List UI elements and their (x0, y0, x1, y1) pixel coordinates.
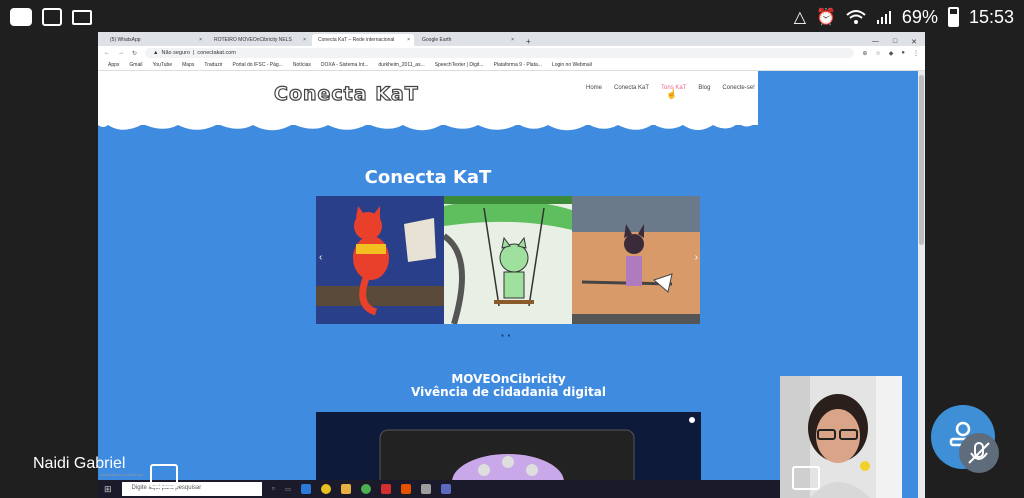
minimize-icon[interactable]: — (872, 38, 879, 46)
nav-home[interactable]: Home (586, 85, 602, 91)
bookmark-portal-ifsc[interactable]: Portal do IFSC - Pág... (233, 62, 283, 68)
close-tab-icon[interactable]: × (511, 37, 514, 43)
address-bar[interactable]: ▲ Não seguro | conectakat.com (145, 48, 855, 58)
mic-off-icon (968, 442, 990, 464)
bookmark-speechtexter[interactable]: SpeechTexter | Digit... (435, 62, 484, 68)
battery-percent: 69% (901, 6, 938, 27)
carousel-slide-swing-cat (444, 196, 572, 324)
tab-conecta-kat[interactable]: Conecta KaT – Rede internacional × (312, 34, 414, 46)
battery-icon (947, 7, 959, 27)
windows-start-icon[interactable]: ⊞ (104, 484, 112, 495)
profile-icon[interactable]: ● (901, 50, 905, 56)
close-tab-icon[interactable]: × (199, 37, 202, 43)
bookmarks-bar: Apps Gmail YouTube Maps Traduzir Portal … (98, 60, 925, 71)
edge-icon[interactable] (300, 484, 311, 494)
section-heading: MOVEOnCibricity Vivência de cidadania di… (316, 373, 701, 399)
tab-roteiro[interactable]: ROTEIRO MOVEOnCibricity NELS × (208, 34, 310, 46)
close-window-icon[interactable]: ✕ (911, 38, 917, 46)
phone-status-bar: ··· △ ⏰ 69% 15:53 (0, 0, 1024, 282)
nav-blog[interactable]: Blog (698, 85, 710, 91)
close-tab-icon[interactable]: × (407, 37, 410, 43)
chrome-taskbar-icon[interactable] (360, 484, 371, 494)
forward-icon[interactable]: → (118, 50, 124, 56)
cloud-border (98, 111, 758, 131)
reload-icon[interactable]: ↻ (132, 50, 137, 57)
pin-self-video-icon[interactable] (792, 466, 820, 490)
chrome-icon[interactable] (320, 484, 331, 494)
site-logo[interactable]: Conecta KaT (273, 82, 419, 105)
signal-icon (876, 11, 891, 24)
carousel-prev-button[interactable]: ‹ (319, 252, 322, 263)
participant-name: Naidi Gabriel (33, 455, 126, 472)
window-controls: — □ ✕ (872, 38, 925, 46)
acrobat-icon[interactable] (380, 484, 391, 494)
bookmark-plataforma9[interactable]: Plataforma 9 - Plata... (494, 62, 542, 68)
tab-google-earth[interactable]: Google Earth × (416, 34, 518, 46)
windows-taskbar: ⊞ Digite aqui para pesquisar ○ ▭ (98, 480, 780, 498)
bookmark-webmail[interactable]: Login no Webmail (552, 62, 592, 68)
carousel-slide-drawing-cat (572, 196, 700, 324)
back-icon[interactable]: ← (104, 50, 110, 56)
bookmark-maps[interactable]: Maps (182, 62, 194, 68)
extension-icon[interactable]: ◆ (889, 50, 894, 57)
bookmark-noticias[interactable]: Notícias (293, 62, 311, 68)
teams-taskbar-icon[interactable] (440, 484, 451, 494)
mute-microphone-button[interactable] (959, 433, 999, 473)
office-icon[interactable] (400, 484, 411, 494)
tab-strip: (5) WhatsApp × ROTEIRO MOVEOnCibricity NE… (98, 32, 925, 46)
address-bar-row: ← → ↻ ▲ Não seguro | conectakat.com ⊕ ☆ … (98, 46, 925, 60)
pin-participant-icon[interactable] (150, 464, 178, 488)
alarm-icon: ⏰ (816, 9, 836, 26)
page-scrollbar[interactable] (918, 71, 925, 498)
carousel-next-button[interactable]: › (695, 252, 698, 263)
gallery-icon (42, 8, 62, 26)
wifi-icon (846, 10, 866, 24)
carousel-dots[interactable]: ● ● (501, 333, 511, 339)
page-title: Conecta KaT (364, 167, 492, 188)
nav-conecta-kat[interactable]: Conecta KaT (614, 85, 649, 91)
teams-icon (10, 8, 32, 26)
hand-cursor-icon: ☝ (666, 89, 678, 99)
scrollbar-thumb[interactable] (919, 75, 924, 245)
bookmark-youtube[interactable]: YouTube (152, 62, 172, 68)
carousel-slide-clay-cat (316, 196, 444, 324)
file-explorer-icon[interactable] (340, 484, 351, 494)
star-icon[interactable]: ☆ (875, 50, 880, 57)
tab-whatsapp[interactable]: (5) WhatsApp × (104, 34, 206, 46)
screen-icon (72, 9, 92, 25)
new-tab-button[interactable]: + (520, 37, 537, 46)
bookmark-doxa[interactable]: DOXA - Sistema Int... (321, 62, 369, 68)
menu-icon[interactable]: ⋮ (913, 50, 919, 57)
zoom-icon[interactable]: ⊕ (862, 50, 867, 57)
image-carousel: ‹ › (316, 196, 701, 324)
bookmark-gmail[interactable]: Gmail (129, 62, 142, 68)
cortana-icon[interactable]: ○ (272, 486, 276, 492)
recycle-icon: △ (793, 9, 806, 26)
nav-conecte-se[interactable]: Conecte-se! (722, 85, 754, 91)
url-text: conectakat.com (197, 50, 236, 56)
warning-icon: ▲ (153, 50, 159, 56)
taskbar-search-input[interactable]: Digite aqui para pesquisar (121, 482, 262, 496)
app-icon[interactable] (420, 484, 431, 494)
maximize-icon[interactable]: □ (893, 38, 897, 46)
bookmark-traduzir[interactable]: Traduzir (204, 62, 222, 68)
task-view-icon[interactable]: ▭ (285, 486, 291, 493)
bookmark-durkheim[interactable]: durkheim_2011_as... (378, 62, 424, 68)
clock: 15:53 (968, 6, 1014, 27)
screen: ··· △ ⏰ 69% 15:53 (5) WhatsApp× ROTEIRO … (0, 0, 1024, 498)
section-subtitle: Vivência de cidadania digital (411, 385, 606, 399)
close-tab-icon[interactable]: × (303, 37, 306, 43)
bookmark-apps[interactable]: Apps (108, 62, 119, 68)
